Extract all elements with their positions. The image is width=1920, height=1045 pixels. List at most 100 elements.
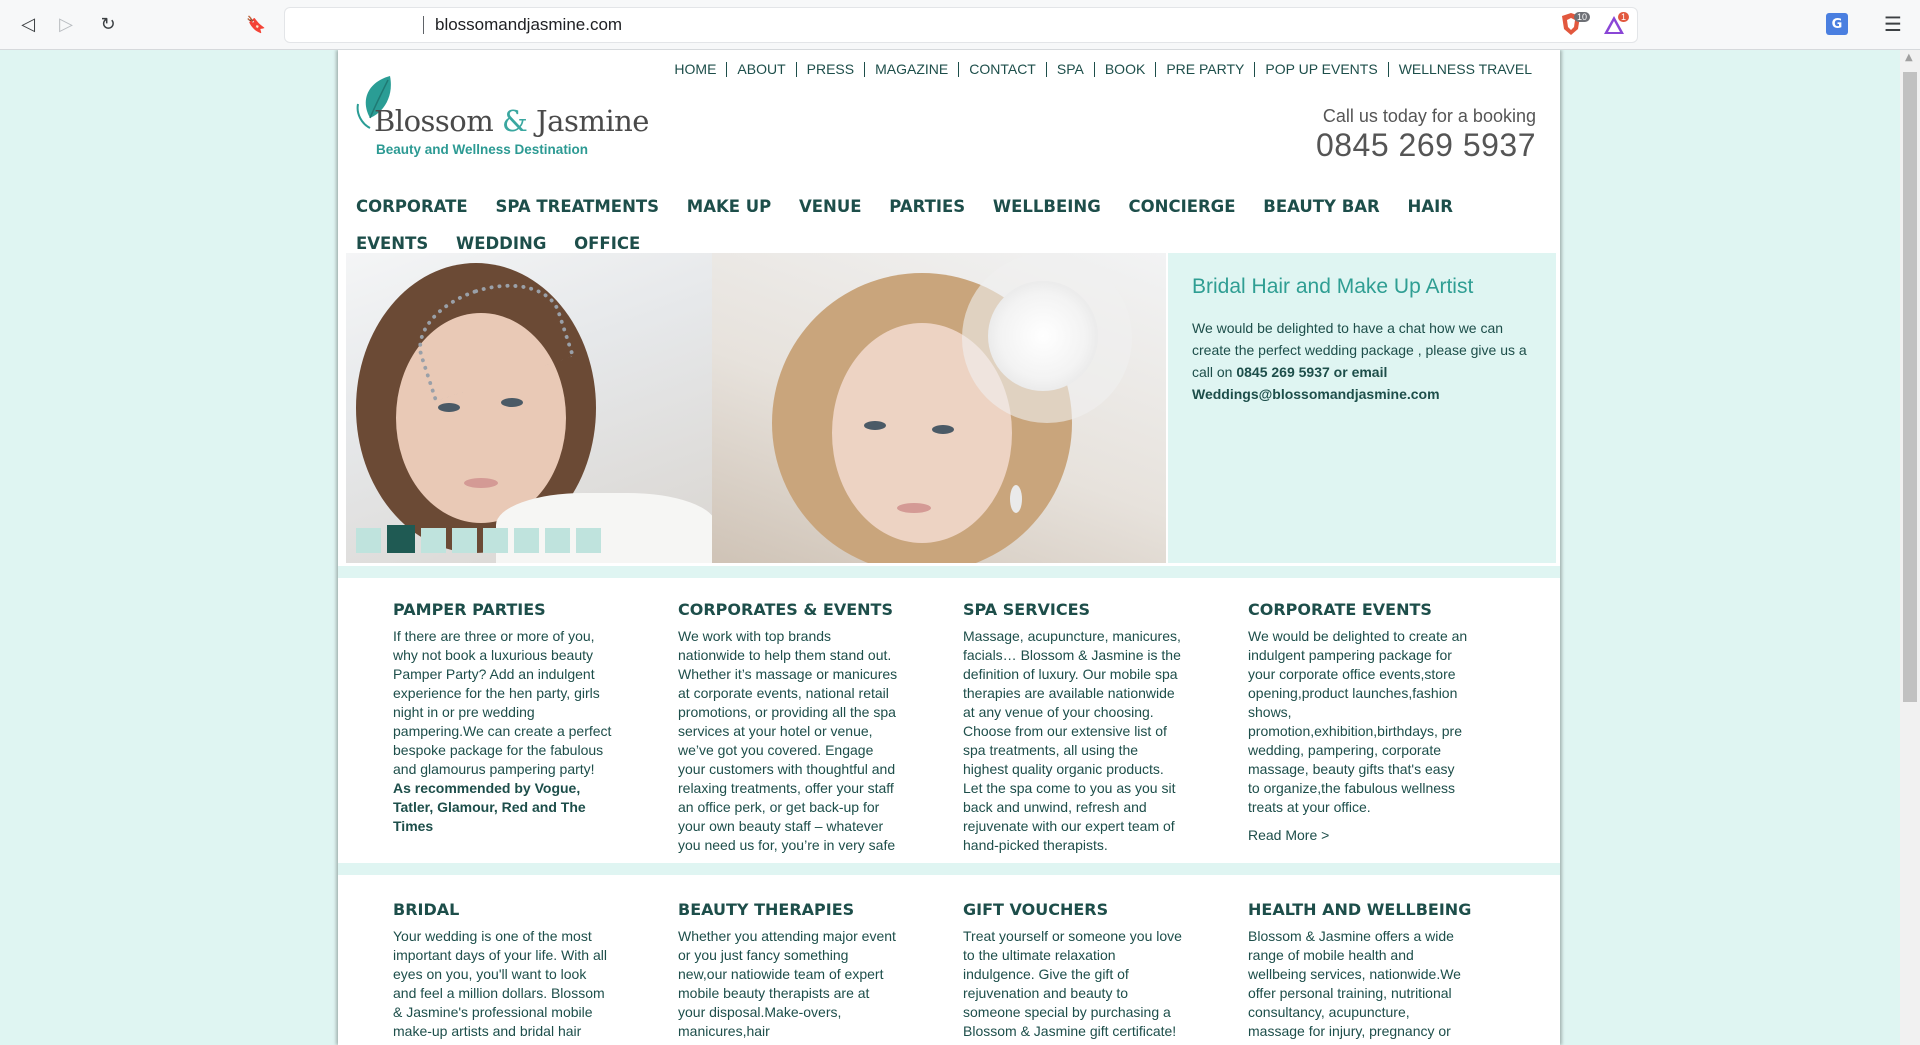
eye-shape (864, 421, 886, 430)
slider-dot[interactable] (387, 525, 415, 553)
section-corporate-events: CORPORATE EVENTS We would be delighted t… (1248, 600, 1533, 860)
mainnav-beauty-bar[interactable]: BEAUTY BAR (1263, 188, 1380, 225)
address-bar[interactable]: blossomandjasmine.com (284, 7, 1638, 43)
slider-dot[interactable] (421, 528, 446, 553)
section-body: If there are three or more of you, why n… (393, 628, 612, 777)
logo-ampersand: & (502, 104, 528, 138)
section-corporates-events: CORPORATES & EVENTS We work with top bra… (678, 600, 963, 860)
phone-number[interactable]: 0845 269 5937 (1316, 127, 1536, 164)
mainnav-corporate[interactable]: CORPORATE (356, 188, 468, 225)
slider-pager (356, 525, 601, 553)
section-text: We work with top brands nationwide to he… (678, 628, 898, 857)
lip-shape (897, 503, 931, 513)
mainnav-concierge[interactable]: CONCIERGE (1129, 188, 1236, 225)
section-health-wellbeing: HEALTH AND WELLBEING Blossom & Jasmine o… (1248, 900, 1533, 1045)
caption-title: Bridal Hair and Make Up Artist (1192, 275, 1474, 298)
topnav-book[interactable]: BOOK (1093, 62, 1155, 77)
section-title[interactable]: HEALTH AND WELLBEING (1248, 900, 1533, 919)
slider-dot[interactable] (452, 528, 477, 553)
section-title[interactable]: BEAUTY THERAPIES (678, 900, 963, 919)
section-text: Massage, acupuncture, manicures, facials… (963, 628, 1181, 853)
main-navigation: CORPORATE SPA TREATMENTS MAKE UP VENUE P… (356, 188, 1516, 262)
section-title[interactable]: GIFT VOUCHERS (963, 900, 1248, 919)
section-title[interactable]: CORPORATE EVENTS (1248, 600, 1533, 619)
features-row-2: BRIDAL Your wedding is one of the most i… (393, 900, 1533, 1045)
topnav-press[interactable]: PRESS (795, 62, 864, 77)
slider-caption: Bridal Hair and Make Up Artist We would … (1168, 253, 1556, 563)
caption-text: We would be delighted to have a chat how… (1192, 317, 1532, 405)
section-spa-services: SPA SERVICES Massage, acupuncture, manic… (963, 600, 1248, 860)
section-text: We would be delighted to create an indul… (1248, 628, 1468, 815)
rewards-count-badge: 1 (1618, 12, 1630, 22)
logo-title-left: Blossom (374, 104, 494, 138)
bride-photo-flower (712, 253, 1166, 563)
forward-arrow-icon[interactable]: ▷ (54, 12, 78, 36)
read-more-link[interactable]: Read More > (1248, 827, 1533, 843)
scroll-up-arrow-icon[interactable]: ▲ (1905, 52, 1913, 63)
hair-flower-shape (988, 281, 1098, 391)
bookmark-icon[interactable]: 🔖 (244, 12, 268, 36)
topnav-spa[interactable]: SPA (1045, 62, 1094, 77)
mainnav-hair[interactable]: HAIR (1408, 188, 1453, 225)
mainnav-venue[interactable]: VENUE (799, 188, 862, 225)
topnav-pop-up-events[interactable]: POP UP EVENTS (1254, 62, 1387, 77)
section-text: Treat yourself or someone you love to th… (963, 928, 1182, 1039)
hero-slider[interactable] (346, 253, 1166, 563)
call-us-text: Call us today for a booking (1322, 106, 1536, 126)
lip-shape (464, 478, 498, 488)
reload-icon[interactable]: ↻ (96, 12, 120, 36)
address-bar-divider (423, 16, 424, 34)
bride-photo-headband (346, 253, 716, 563)
earring-shape (1010, 485, 1022, 513)
slider-dot[interactable] (576, 528, 601, 553)
page-viewport: HOME ABOUT PRESS MAGAZINE CONTACT SPA BO… (0, 50, 1900, 1045)
topnav-magazine[interactable]: MAGAZINE (864, 62, 958, 77)
topnav-pre-party[interactable]: PRE PARTY (1155, 62, 1254, 77)
section-title[interactable]: PAMPER PARTIES (393, 600, 678, 619)
slider-dot[interactable] (514, 528, 539, 553)
section-text-clip: We work with top brands nationwide to he… (678, 627, 963, 857)
features-row-1: PAMPER PARTIES If there are three or mor… (393, 600, 1533, 860)
section-text: If there are three or more of you, why n… (393, 627, 613, 836)
eye-shape (438, 403, 460, 412)
section-title[interactable]: BRIDAL (393, 900, 678, 919)
browser-toolbar: ◁ ▷ ↻ 🔖 blossomandjasmine.com 10 1 G ☰ (0, 0, 1920, 50)
topnav-contact[interactable]: CONTACT (958, 62, 1046, 77)
translate-icon[interactable]: G (1826, 13, 1848, 35)
section-divider (338, 566, 1560, 578)
scrollbar-thumb[interactable] (1903, 72, 1917, 702)
logo-title-right: Jasmine (536, 104, 649, 138)
slider-dot[interactable] (545, 528, 570, 553)
section-text: Your wedding is one of the most importan… (393, 928, 607, 1045)
section-text: Whether you attending major event or you… (678, 928, 896, 1045)
shield-count-badge: 10 (1574, 12, 1591, 22)
mainnav-wellbeing[interactable]: WELLBEING (993, 188, 1101, 225)
topnav-home[interactable]: HOME (664, 62, 726, 77)
mainnav-parties[interactable]: PARTIES (889, 188, 965, 225)
slider-dot[interactable] (483, 528, 508, 553)
url-text[interactable]: blossomandjasmine.com (435, 15, 622, 35)
eye-shape (932, 425, 954, 434)
section-text: Blossom & Jasmine offers a wide range of… (1248, 928, 1461, 1045)
slider-dot[interactable] (356, 528, 381, 553)
mainnav-make-up[interactable]: MAKE UP (687, 188, 771, 225)
section-bridal: BRIDAL Your wedding is one of the most i… (393, 900, 678, 1045)
section-emphasis: As recommended by Vogue, Tatler, Glamour… (393, 780, 586, 834)
section-pamper-parties: PAMPER PARTIES If there are three or mor… (393, 600, 678, 860)
section-beauty-therapies: BEAUTY THERAPIES Whether you attending m… (678, 900, 963, 1045)
mainnav-spa-treatments[interactable]: SPA TREATMENTS (495, 188, 659, 225)
section-title[interactable]: SPA SERVICES (963, 600, 1248, 619)
site-logo[interactable]: Blossom & Jasmine Beauty and Wellness De… (354, 74, 649, 164)
call-us-block: Call us today for a booking 0845 269 593… (1316, 106, 1536, 164)
section-divider (338, 863, 1560, 875)
topnav-wellness-travel[interactable]: WELLNESS TRAVEL (1387, 62, 1542, 77)
topnav-about[interactable]: ABOUT (726, 62, 795, 77)
back-arrow-icon[interactable]: ◁ (16, 12, 40, 36)
top-navigation: HOME ABOUT PRESS MAGAZINE CONTACT SPA BO… (664, 62, 1542, 77)
logo-subtitle: Beauty and Wellness Destination (376, 142, 589, 157)
browser-menu-icon[interactable]: ☰ (1884, 12, 1902, 36)
section-gift-vouchers: GIFT VOUCHERS Treat yourself or someone … (963, 900, 1248, 1045)
eye-shape (501, 398, 523, 407)
section-title[interactable]: CORPORATES & EVENTS (678, 600, 963, 619)
logo-title: Blossom & Jasmine (374, 104, 649, 138)
